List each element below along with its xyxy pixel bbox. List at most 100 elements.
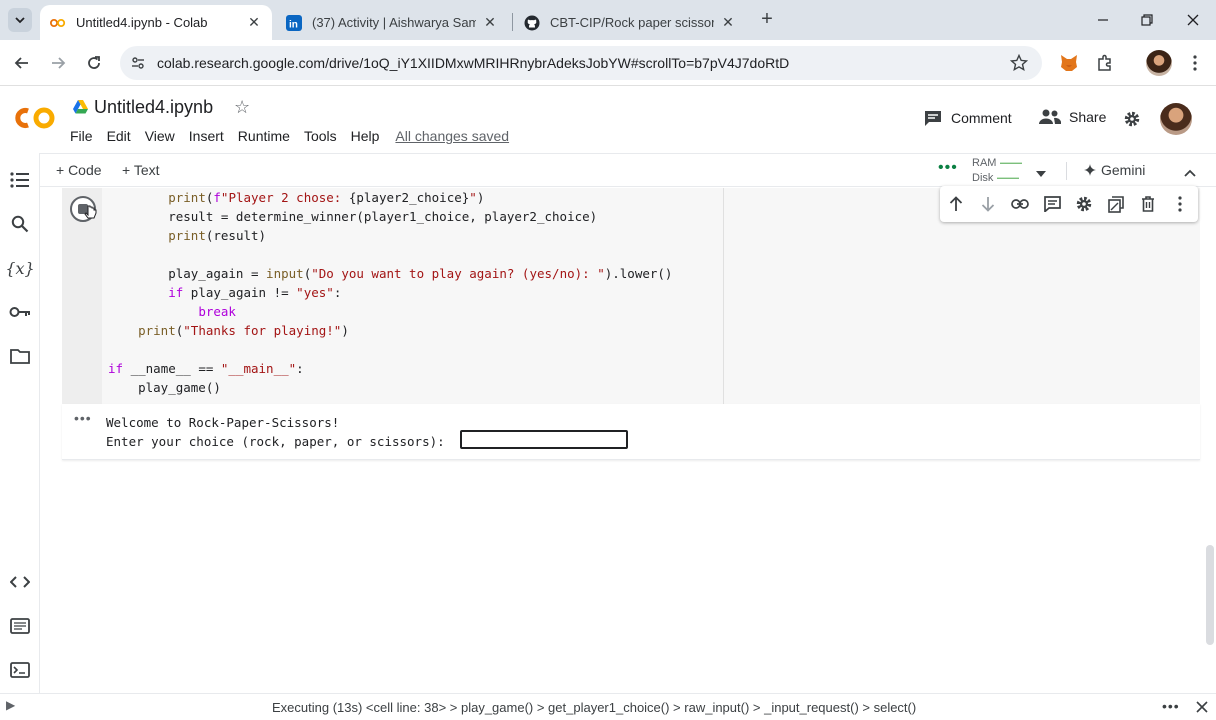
move-cell-down-button[interactable] (978, 194, 998, 214)
gemini-label: Gemini (1101, 162, 1146, 178)
move-cell-up-button[interactable] (946, 194, 966, 214)
tab-colab[interactable]: Untitled4.ipynb - Colab ✕ (40, 5, 272, 40)
command-palette-icon[interactable] (9, 615, 31, 637)
link-icon (1011, 199, 1029, 209)
profile-avatar[interactable] (1146, 50, 1172, 76)
toolbar-divider (1066, 162, 1067, 180)
account-avatar[interactable] (1160, 103, 1192, 135)
menu-runtime[interactable]: Runtime (238, 128, 290, 144)
browser-tab-bar: Untitled4.ipynb - Colab ✕ in (37) Activi… (0, 0, 1216, 40)
tab-github[interactable]: CBT-CIP/Rock paper scissors game ✕ (514, 5, 746, 40)
share-button[interactable]: Share (1039, 109, 1106, 125)
close-icon[interactable] (1196, 701, 1208, 713)
ram-disk-indicator[interactable]: RAM Disk (972, 156, 1023, 186)
status-bar: ▶ Executing (13s) <cell line: 38> > play… (0, 693, 1216, 720)
tab-title: Untitled4.ipynb - Colab (76, 15, 208, 30)
cell-action-toolbar (940, 186, 1198, 222)
more-actions-button[interactable] (1170, 194, 1190, 214)
menu-file[interactable]: File (70, 128, 93, 144)
mirror-cell-button[interactable] (1106, 194, 1126, 214)
menu-tools[interactable]: Tools (304, 128, 337, 144)
restore-button[interactable] (1124, 0, 1170, 40)
tab-search-button[interactable] (8, 8, 32, 32)
output-line-1: Welcome to Rock-Paper-Scissors! (106, 415, 340, 430)
comment-label: Comment (951, 110, 1012, 126)
menu-bar: File Edit View Insert Runtime Tools Help… (70, 128, 523, 144)
variables-icon[interactable]: {x} (5, 257, 34, 279)
tab-linkedin[interactable]: in (37) Activity | Aishwarya Sampath ✕ (276, 5, 508, 40)
back-button[interactable] (10, 51, 34, 75)
add-comment-button[interactable] (1042, 194, 1062, 214)
delete-cell-button[interactable] (1138, 194, 1158, 214)
disk-usage-bar (997, 177, 1020, 180)
chevron-up-icon (1184, 169, 1196, 177)
disk-label: Disk (972, 172, 994, 184)
output-text: Welcome to Rock-Paper-Scissors! Enter yo… (106, 413, 452, 451)
execution-status-text[interactable]: Executing (13s) <cell line: 38> > play_g… (272, 700, 916, 715)
add-text-button[interactable]: + Text (122, 162, 160, 178)
menu-view[interactable]: View (145, 128, 175, 144)
notebook-toolbar: + Code + Text ••• RAM Disk Gemini (40, 153, 1216, 187)
close-icon[interactable]: ✕ (720, 14, 736, 31)
left-sidebar: {x} (0, 153, 40, 693)
save-status-link[interactable]: All changes saved (395, 128, 509, 144)
search-icon[interactable] (9, 213, 31, 235)
extensions-puzzle-icon[interactable] (1094, 52, 1116, 74)
notebook-scrollbar[interactable] (1206, 545, 1214, 645)
colab-favicon-icon (50, 15, 66, 31)
svg-text:in: in (289, 19, 298, 30)
trash-icon (1142, 196, 1154, 212)
gear-icon (1124, 111, 1140, 127)
collapse-header-button[interactable] (1184, 164, 1196, 180)
reload-button[interactable] (82, 51, 106, 75)
notebook-title[interactable]: Untitled4.ipynb (94, 97, 213, 118)
minimize-button[interactable] (1080, 0, 1126, 40)
code-editor[interactable]: print(f"Player 2 chose: {player2_choice}… (102, 188, 724, 404)
arrow-right-icon (52, 57, 66, 69)
address-bar[interactable]: colab.research.google.com/drive/1oQ_iY1X… (120, 46, 1042, 80)
expand-status-icon[interactable]: ▶ (6, 698, 15, 712)
arrow-left-icon (14, 57, 28, 69)
comment-button[interactable]: Comment (924, 109, 1012, 127)
colab-header: Untitled4.ipynb ☆ File Edit View Insert … (0, 87, 1216, 153)
add-code-button[interactable]: + Code (56, 162, 102, 178)
bookmark-star-icon[interactable] (1010, 54, 1028, 72)
code-cell[interactable]: print(f"Player 2 chose: {player2_choice}… (62, 188, 1200, 460)
menu-edit[interactable]: Edit (107, 128, 131, 144)
kebab-menu-icon (1178, 196, 1182, 212)
gemini-button[interactable]: Gemini (1084, 162, 1145, 178)
close-icon[interactable]: ✕ (482, 14, 498, 31)
status-options-icon[interactable]: ••• (1162, 698, 1180, 714)
browser-menu-button[interactable] (1184, 52, 1206, 74)
tab-title: (37) Activity | Aishwarya Sampath (312, 15, 476, 30)
new-tab-button[interactable]: + (756, 9, 778, 31)
close-icon[interactable]: ✕ (246, 14, 262, 31)
runtime-status-icon[interactable]: ••• (938, 159, 958, 177)
menu-help[interactable]: Help (351, 128, 380, 144)
output-options-icon[interactable]: ••• (74, 410, 92, 426)
colab-logo-icon[interactable] (14, 105, 58, 131)
terminal-icon[interactable] (9, 659, 31, 681)
stdin-input-field[interactable] (460, 430, 628, 449)
metamask-extension-icon[interactable] (1058, 52, 1080, 74)
settings-button[interactable] (1123, 110, 1141, 128)
mouse-cursor-icon (84, 205, 97, 219)
cell-gutter (62, 188, 102, 404)
files-folder-icon[interactable] (9, 345, 31, 367)
site-settings-icon[interactable] (130, 55, 146, 71)
forward-button[interactable] (46, 51, 70, 75)
sparkle-icon (1084, 164, 1096, 176)
cell-output: ••• Welcome to Rock-Paper-Scissors! Ente… (62, 404, 1200, 460)
close-window-button[interactable] (1170, 0, 1216, 40)
mirror-tab-icon (1108, 195, 1124, 213)
runtime-dropdown-button[interactable] (1036, 164, 1046, 180)
url-text: colab.research.google.com/drive/1oQ_iY1X… (157, 55, 790, 71)
secrets-key-icon[interactable] (9, 301, 31, 323)
menu-insert[interactable]: Insert (189, 128, 224, 144)
star-icon[interactable]: ☆ (234, 98, 252, 116)
cell-settings-button[interactable] (1074, 194, 1094, 214)
table-of-contents-icon[interactable] (9, 169, 31, 191)
comment-icon (1043, 196, 1061, 212)
code-snippets-icon[interactable] (9, 571, 31, 593)
copy-link-button[interactable] (1010, 194, 1030, 214)
